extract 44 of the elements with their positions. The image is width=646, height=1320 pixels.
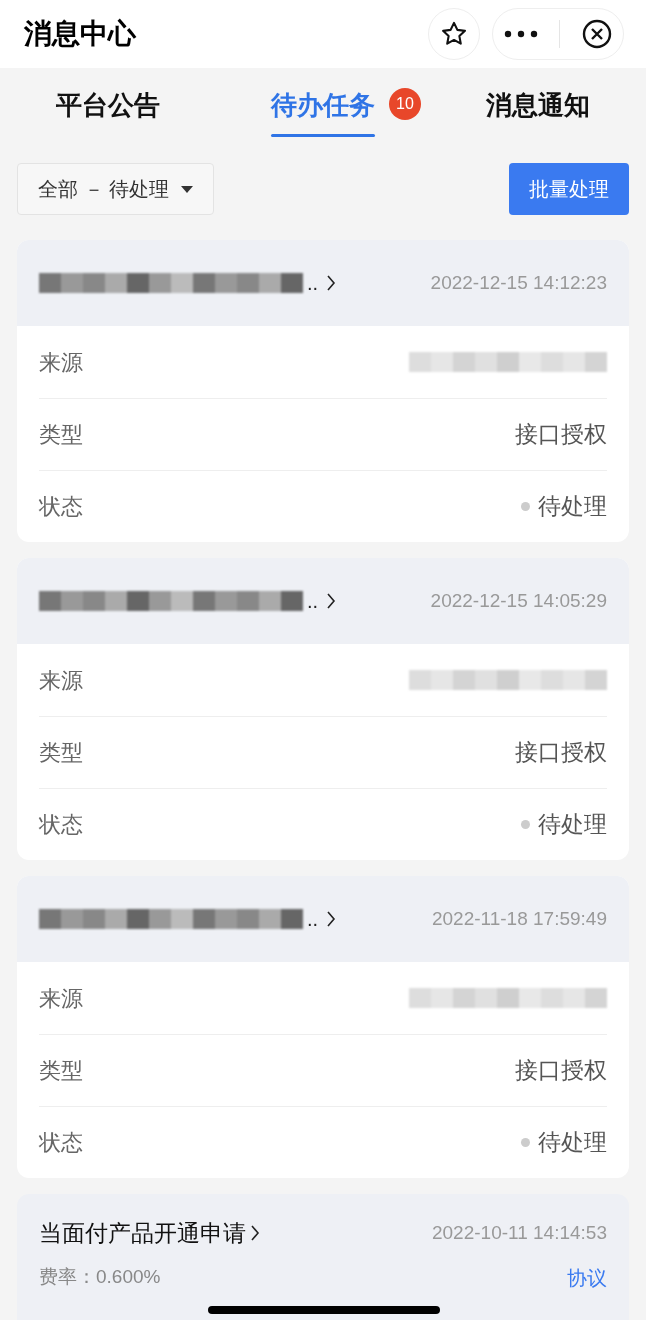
task-card[interactable]: .. 2022-11-18 17:59:49 来源 类型 接口授权 状态 待处理 — [17, 876, 629, 1178]
tab[interactable]: 消息通知 — [430, 88, 646, 122]
status-text: 待处理 — [538, 810, 607, 840]
task-card[interactable]: .. 2022-12-15 14:05:29 来源 类型 接口授权 状态 待处理 — [17, 558, 629, 860]
task-card[interactable]: .. 2022-12-15 14:12:23 来源 类型 接口授权 状态 待处理 — [17, 240, 629, 542]
more-icon[interactable] — [503, 30, 538, 38]
field-value: 接口授权 — [515, 1056, 607, 1086]
application-title: 当面付产品开通申请 — [39, 1219, 246, 1248]
task-title: .. — [307, 907, 319, 932]
star-icon — [440, 20, 468, 48]
caret-icon — [181, 185, 194, 193]
field-label: 类型 — [39, 1057, 83, 1085]
chevron-right-icon — [326, 910, 337, 928]
task-time: 2022-12-15 14:12:23 — [430, 270, 607, 295]
status-text: 待处理 — [538, 492, 607, 522]
filter-dropdown[interactable]: 全部 － 待处理 — [17, 163, 215, 215]
batch-button[interactable]: 批量处理 — [509, 163, 629, 215]
count-badge: 10 — [389, 88, 421, 120]
field-label: 类型 — [39, 421, 83, 449]
field-label: 状态 — [39, 1129, 83, 1157]
field-label: 来源 — [39, 348, 83, 377]
field-label: 状态 — [39, 493, 83, 521]
field-label: 来源 — [39, 984, 83, 1013]
field-label: 状态 — [39, 811, 83, 839]
agreement-link[interactable]: 协议 — [567, 1262, 607, 1293]
fee-rate: 费率：0.600% — [39, 1265, 161, 1290]
task-time: 2022-12-15 14:05:29 — [430, 588, 607, 613]
field-value: 接口授权 — [515, 738, 607, 768]
chevron-right-icon — [250, 1224, 260, 1243]
field-value: 接口授权 — [515, 420, 607, 450]
status-text: 待处理 — [538, 1128, 607, 1158]
application-card[interactable]: 当面付产品开通申请 2022-10-11 14:14:53 费率：0.600% 协议 — [17, 1194, 629, 1320]
tab[interactable]: 平台公告 — [0, 88, 216, 122]
field-label: 来源 — [39, 666, 83, 695]
task-title: .. — [307, 589, 319, 614]
tab[interactable]: 待办任务 10 — [215, 88, 431, 137]
close-icon[interactable] — [582, 19, 613, 49]
window-title: 消息中心 — [24, 17, 137, 51]
chevron-right-icon — [326, 274, 337, 292]
application-time: 2022-10-11 14:14:53 — [431, 1221, 607, 1245]
task-time: 2022-11-18 17:59:49 — [431, 906, 607, 931]
task-title: .. — [307, 271, 319, 296]
chevron-right-icon — [326, 592, 337, 610]
field-label: 类型 — [39, 739, 83, 767]
